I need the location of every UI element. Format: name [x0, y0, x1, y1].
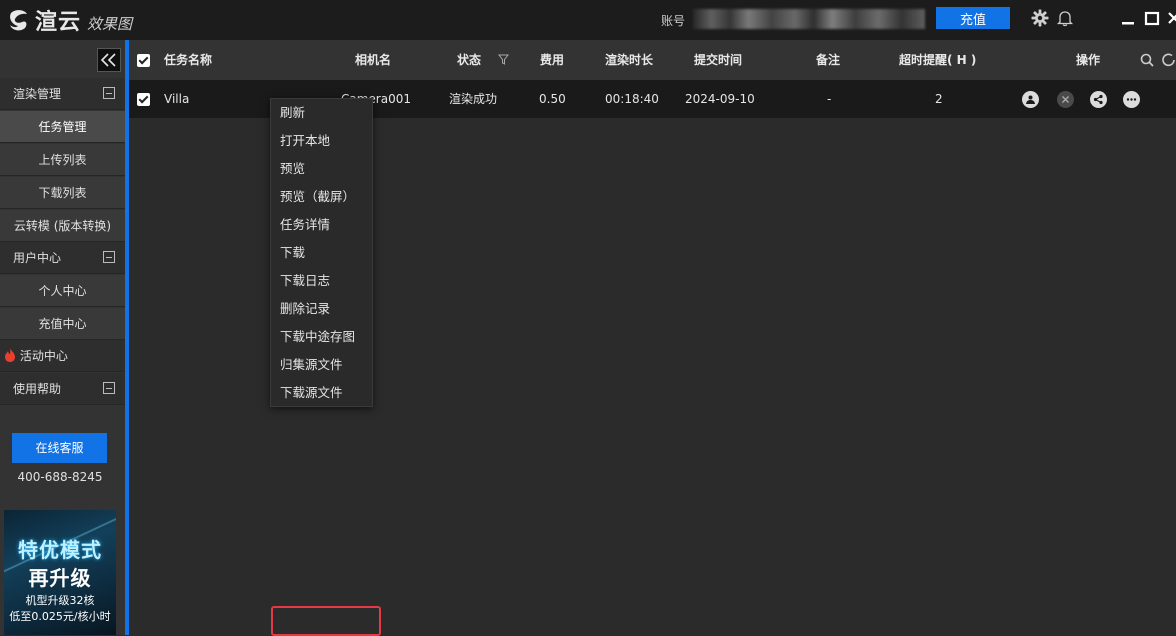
- row-timeout: 2: [935, 92, 943, 106]
- xuanyun-logo-icon: [10, 10, 27, 31]
- title-bar: 渲云 效果图 账号 充值: [0, 0, 1176, 40]
- collapse-group-icon[interactable]: [103, 382, 115, 394]
- refresh-icon[interactable]: [1161, 52, 1176, 68]
- close-icon[interactable]: [1165, 8, 1176, 28]
- menu-item-download-log[interactable]: 下载日志: [280, 271, 330, 291]
- sidebar-item-recharge-center[interactable]: 充值中心: [0, 308, 125, 340]
- maximize-icon[interactable]: [1142, 8, 1162, 28]
- recharge-button[interactable]: 充值: [936, 7, 1010, 29]
- menu-item-download-intermediate[interactable]: 下载中途存图: [280, 327, 355, 347]
- promo-banner[interactable]: 特优模式 再升级 机型升级32核 低至0.025元/核小时: [4, 510, 116, 635]
- app-logo: 渲云 效果图: [6, 4, 132, 36]
- nav-group-label: 渲染管理: [13, 87, 62, 101]
- share-icon[interactable]: [1090, 91, 1107, 108]
- menu-item-task-details[interactable]: 任务详情: [280, 215, 330, 235]
- table-header: 任务名称 相机名 状态 费用 渲染时长 提交时间 备注 超时提醒( H ) 操作: [129, 40, 1176, 80]
- header-status[interactable]: 状态: [457, 40, 481, 80]
- sidebar-item-personal-center[interactable]: 个人中心: [0, 275, 125, 307]
- header-note[interactable]: 备注: [816, 40, 840, 80]
- context-menu: 刷新 打开本地 预览 预览（截屏） 任务详情 下载 下载日志 删除记录 下载中途…: [270, 98, 381, 636]
- nav-group-render-management[interactable]: 渲染管理: [0, 78, 125, 110]
- menu-item-collect-source-files[interactable]: 归集源文件: [271, 355, 381, 636]
- row-status: 渲染成功: [449, 92, 498, 106]
- header-task-name[interactable]: 任务名称: [164, 40, 212, 80]
- account-label: 账号: [661, 14, 686, 28]
- support-phone: 400-688-8245: [17, 470, 103, 484]
- double-chevron-left-icon: [101, 53, 116, 67]
- menu-item-refresh[interactable]: 刷新: [280, 103, 305, 123]
- header-camera[interactable]: 相机名: [355, 40, 391, 80]
- menu-item-download-source-files[interactable]: 下载源文件: [280, 383, 343, 403]
- header-cost[interactable]: 费用: [540, 40, 564, 80]
- menu-item-preview-screenshot[interactable]: 预览（截屏）: [280, 187, 355, 207]
- highlight-box: [271, 606, 381, 636]
- bell-icon[interactable]: [1055, 8, 1075, 28]
- logo-subtitle: 效果图: [87, 14, 133, 33]
- nav-group-activity-center[interactable]: 活动中心: [0, 340, 125, 372]
- menu-item-open-local[interactable]: 打开本地: [280, 131, 330, 151]
- nav-group-label: 活动中心: [19, 349, 68, 363]
- banner-line-4: 低至0.025元/核小时: [9, 610, 111, 623]
- sidebar-item-upload-list[interactable]: 上传列表: [0, 144, 125, 176]
- more-options-icon[interactable]: [1123, 91, 1140, 108]
- collapse-group-icon[interactable]: [103, 251, 115, 263]
- account-value-blurred: [693, 9, 925, 29]
- menu-item-delete-record[interactable]: 删除记录: [280, 299, 330, 319]
- sidebar-item-task-management[interactable]: 任务管理: [0, 111, 125, 143]
- settings-gear-icon[interactable]: [1030, 8, 1050, 28]
- banner-line-1: 特优模式: [18, 538, 102, 562]
- banner-line-2: 再升级: [28, 566, 92, 590]
- minimize-icon[interactable]: [1118, 8, 1138, 28]
- logo-text: 渲云: [35, 10, 82, 35]
- header-timeout[interactable]: 超时提醒( H ): [899, 40, 976, 80]
- nav-group-label: 用户中心: [13, 251, 62, 265]
- sidebar-item-download-list[interactable]: 下载列表: [0, 177, 125, 209]
- row-cost: 0.50: [539, 92, 566, 106]
- header-submit-time[interactable]: 提交时间: [694, 40, 742, 80]
- menu-item-preview[interactable]: 预览: [280, 159, 305, 179]
- fire-icon: [5, 348, 15, 362]
- online-service-button[interactable]: 在线客服: [12, 433, 107, 463]
- nav-group-user-center[interactable]: 用户中心: [0, 242, 125, 274]
- banner-line-3: 机型升级32核: [25, 594, 95, 607]
- header-duration[interactable]: 渲染时长: [605, 40, 653, 80]
- row-duration: 00:18:40: [605, 92, 659, 106]
- filter-icon[interactable]: [498, 54, 509, 65]
- row-note: -: [827, 92, 832, 106]
- menu-item-download[interactable]: 下载: [280, 243, 305, 263]
- row-submit-time: 2024-09-10: [685, 92, 755, 106]
- collapse-sidebar-button[interactable]: [97, 48, 121, 72]
- select-all-checkbox[interactable]: [137, 54, 150, 67]
- preview-image-icon[interactable]: [1022, 91, 1039, 108]
- row-checkbox[interactable]: [137, 93, 150, 106]
- row-task-name: Villa: [164, 92, 190, 106]
- header-actions: 操作: [1076, 53, 1101, 67]
- cancel-x-icon[interactable]: [1057, 91, 1074, 108]
- sidebar-item-cloud-convert[interactable]: 云转模 (版本转换): [0, 210, 125, 242]
- nav-group-label: 使用帮助: [13, 382, 62, 396]
- collapse-group-icon[interactable]: [103, 87, 115, 99]
- nav-group-help[interactable]: 使用帮助: [0, 373, 125, 405]
- search-icon[interactable]: [1139, 52, 1155, 68]
- sidebar-accent-rail: [125, 40, 129, 635]
